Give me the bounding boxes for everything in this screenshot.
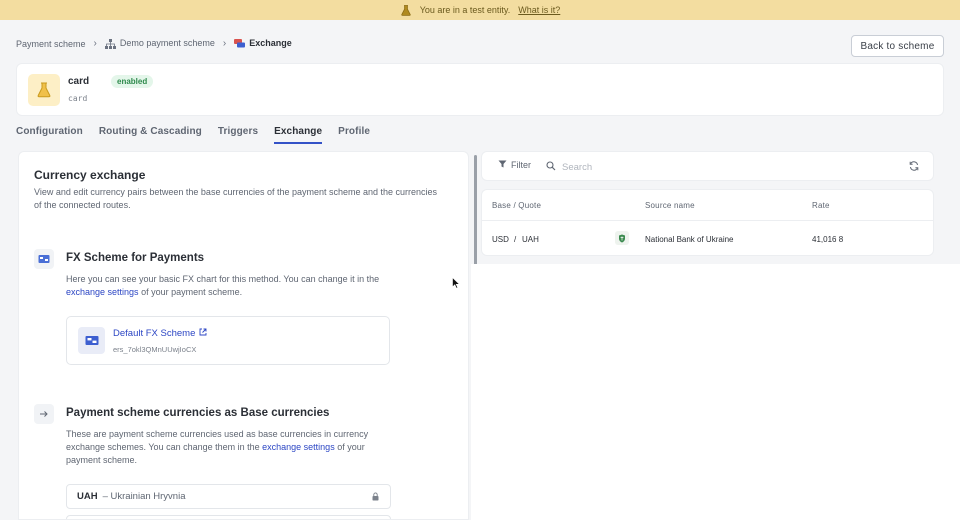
fx-scheme-title: Default FX Scheme: [113, 328, 196, 339]
flask-icon: [400, 4, 412, 16]
banner-text: You are in a test entity.: [419, 5, 511, 15]
flask-icon: [28, 74, 60, 106]
filter-button[interactable]: Filter: [498, 160, 531, 170]
panel-description: View and edit currency pairs between the…: [34, 187, 438, 210]
status-badge: enabled: [111, 75, 154, 88]
breadcrumb-exchange: Exchange: [234, 38, 292, 49]
desc-text: Here you can see your basic FX chart for…: [66, 274, 380, 284]
bank-logo-icon: [615, 231, 629, 245]
tab-routing-cascading[interactable]: Routing & Cascading: [99, 126, 202, 144]
table-cell-quote: UAH: [522, 235, 539, 244]
search-input[interactable]: [562, 161, 862, 173]
currency-row: [66, 515, 391, 519]
table-cell-base: USD: [492, 235, 509, 244]
fx-scheme-icon: [78, 327, 105, 354]
base-section-description: These are payment scheme currencies used…: [66, 428, 381, 467]
breadcrumb: Payment scheme › Demo payment scheme › E…: [16, 38, 292, 49]
tab-configuration[interactable]: Configuration: [16, 126, 83, 144]
desc-text: of your payment scheme.: [138, 287, 243, 297]
external-link-icon: [199, 328, 207, 339]
fx-scheme-link[interactable]: Default FX Scheme: [113, 328, 207, 339]
currency-row: UAH – Ukrainian Hryvnia: [66, 484, 391, 509]
arrow-right-icon: [34, 404, 54, 424]
exchange-settings-link[interactable]: exchange settings: [262, 442, 335, 452]
rates-toolbar: Filter: [481, 151, 934, 181]
breadcrumb-payment-scheme[interactable]: Payment scheme: [16, 39, 86, 49]
currency-exchange-panel: Currency exchange View and edit currency…: [18, 151, 469, 520]
table-cell-separator: /: [514, 235, 517, 244]
entity-card: card enabled card: [16, 63, 944, 116]
base-section-title: Payment scheme currencies as Base curren…: [66, 407, 330, 419]
lock-icon: [370, 492, 380, 502]
currency-code: UAH: [77, 491, 98, 502]
entity-code: card: [68, 94, 88, 103]
exchange-icon: [234, 38, 246, 49]
fx-section-description: Here you can see your basic FX chart for…: [66, 273, 386, 299]
banner-help-link[interactable]: What is it?: [518, 5, 560, 15]
fx-scheme-icon: [34, 249, 54, 269]
tab-profile[interactable]: Profile: [338, 126, 370, 144]
fx-scheme-id: ers_7okl3QMnUUwjIoCX: [113, 345, 197, 354]
fx-section-title: FX Scheme for Payments: [66, 252, 205, 264]
empty-area: [471, 264, 960, 520]
chevron-right-icon: ›: [222, 38, 227, 50]
column-header-base-quote: Base / Quote: [492, 201, 542, 210]
refresh-icon[interactable]: [908, 160, 920, 172]
test-entity-banner: You are in a test entity. What is it?: [0, 0, 960, 20]
divider: [482, 220, 933, 221]
tab-triggers[interactable]: Triggers: [218, 126, 258, 144]
fx-scheme-card[interactable]: Default FX Scheme ers_7okl3QMnUUwjIoCX: [66, 316, 390, 365]
exchange-settings-link[interactable]: exchange settings: [66, 287, 139, 297]
panel-title: Currency exchange: [34, 168, 146, 182]
tab-exchange[interactable]: Exchange: [274, 126, 323, 144]
hierarchy-icon: [104, 38, 116, 49]
rates-table: Base / Quote Source name Rate USD / UAH …: [481, 189, 934, 256]
breadcrumb-demo-payment-scheme[interactable]: Demo payment scheme: [104, 38, 215, 49]
search-box: [546, 157, 886, 177]
breadcrumb-label: Exchange: [249, 38, 292, 48]
column-header-rate: Rate: [812, 201, 830, 210]
table-cell-rate: 41,016 8: [812, 235, 844, 244]
entity-name: card: [68, 76, 90, 87]
breadcrumb-label: Demo payment scheme: [119, 38, 215, 48]
filter-label: Filter: [511, 160, 531, 170]
mouse-cursor-icon: [452, 276, 461, 289]
currency-name: – Ukrainian Hryvnia: [102, 491, 186, 502]
table-cell-source: National Bank of Ukraine: [645, 235, 734, 244]
tab-bar: Configuration Routing & Cascading Trigge…: [16, 126, 370, 144]
filter-icon: [498, 160, 507, 170]
column-header-source-name: Source name: [645, 201, 695, 210]
search-icon: [546, 160, 556, 174]
back-to-scheme-button[interactable]: Back to scheme: [851, 35, 944, 57]
chevron-right-icon: ›: [93, 38, 97, 50]
